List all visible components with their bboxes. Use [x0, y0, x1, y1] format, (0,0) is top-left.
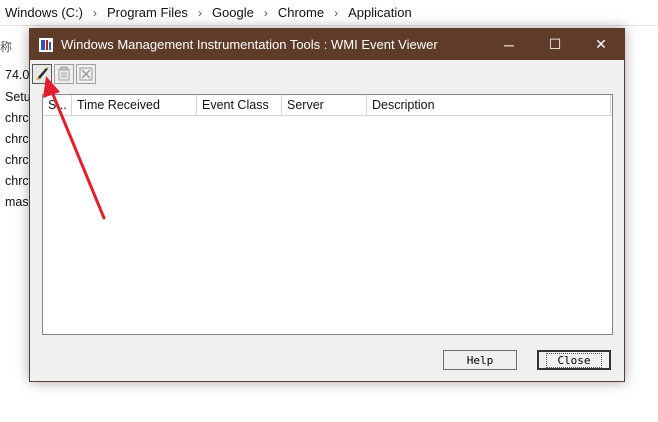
wmi-app-icon: [39, 37, 53, 52]
register-event-filter-button[interactable]: [32, 64, 52, 84]
chevron-right-icon: ›: [197, 5, 202, 20]
list-item[interactable]: Setu: [5, 90, 31, 104]
list-item[interactable]: chrc: [5, 111, 29, 125]
properties-button[interactable]: [54, 64, 74, 84]
column-header-status[interactable]: S...: [43, 95, 72, 115]
explorer-breadcrumb: Windows (C:) › Program Files › Google › …: [0, 0, 658, 26]
help-button-label: Help: [466, 353, 494, 367]
list-item[interactable]: chrc: [5, 132, 29, 146]
maximize-icon: ☐: [548, 36, 562, 52]
wmi-event-viewer-window: Windows Management Instrumentation Tools…: [29, 28, 625, 382]
list-item[interactable]: 74.0: [5, 68, 29, 82]
explorer-column-header[interactable]: 称: [0, 38, 12, 55]
title-bar[interactable]: Windows Management Instrumentation Tools…: [30, 29, 624, 60]
column-header-time-received[interactable]: Time Received: [72, 95, 197, 115]
clear-events-button[interactable]: [76, 64, 96, 84]
breadcrumb-item[interactable]: Google: [212, 5, 254, 20]
list-item[interactable]: mas: [5, 195, 29, 209]
column-header-server[interactable]: Server: [282, 95, 367, 115]
breadcrumb-item[interactable]: Windows (C:): [5, 5, 83, 20]
close-window-button[interactable]: ✕: [578, 29, 624, 60]
column-header-event-class[interactable]: Event Class: [197, 95, 282, 115]
minimize-icon: ─: [504, 36, 514, 53]
event-list[interactable]: S... Time Received Event Class Server De…: [42, 94, 613, 335]
close-button-label: Close: [546, 352, 602, 368]
toolbar: [32, 64, 98, 84]
clear-events-icon: [79, 67, 93, 81]
breadcrumb-item[interactable]: Chrome: [278, 5, 324, 20]
minimize-button[interactable]: ─: [486, 29, 532, 60]
properties-icon: [58, 66, 70, 81]
chevron-right-icon: ›: [334, 5, 339, 20]
help-button[interactable]: Help: [443, 350, 517, 370]
window-title: Windows Management Instrumentation Tools…: [61, 37, 438, 52]
close-icon: ✕: [595, 36, 607, 52]
chevron-right-icon: ›: [263, 5, 268, 20]
list-item[interactable]: chrc: [5, 174, 29, 188]
chevron-right-icon: ›: [93, 5, 98, 20]
list-item[interactable]: chrc: [5, 153, 29, 167]
close-button[interactable]: Close: [537, 350, 611, 370]
event-list-header: S... Time Received Event Class Server De…: [43, 95, 612, 116]
maximize-button[interactable]: ☐: [532, 29, 578, 60]
column-header-description[interactable]: Description: [367, 95, 611, 115]
breadcrumb-item[interactable]: Program Files: [107, 5, 188, 20]
register-event-filter-icon: [36, 66, 49, 80]
breadcrumb-item[interactable]: Application: [348, 5, 412, 20]
